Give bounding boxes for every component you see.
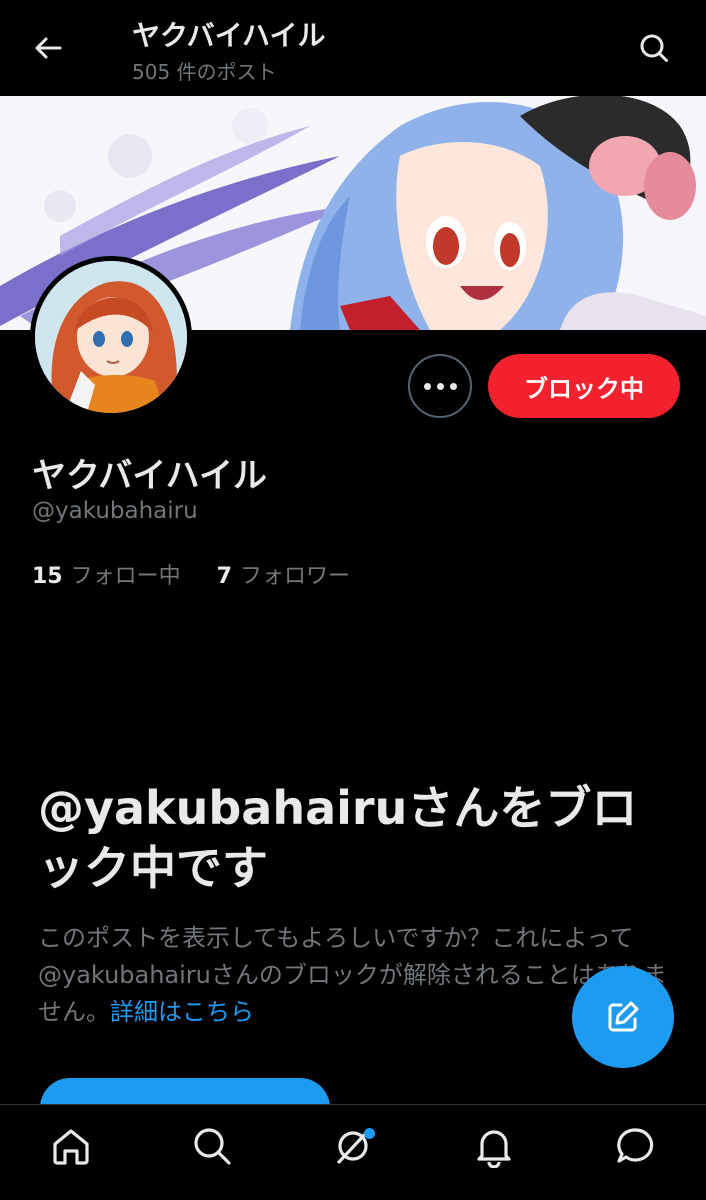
home-icon <box>52 1128 89 1165</box>
search-icon <box>640 34 668 62</box>
following-label: フォロー中 <box>70 564 181 589</box>
notification-dot <box>363 1127 375 1139</box>
nav-messages[interactable] <box>599 1110 671 1182</box>
arrow-left-icon <box>35 37 62 59</box>
post-count: 505 件のポスト <box>132 60 277 84</box>
messages-icon <box>617 1127 654 1163</box>
following-count: 15 <box>32 564 63 589</box>
follow-stats: 15 フォロー中 7 フォロワー <box>32 558 350 590</box>
compose-button[interactable] <box>572 966 674 1068</box>
profile-avatar[interactable] <box>30 256 192 418</box>
blocked-title: @yakubahairuさんをブロック中です <box>38 781 638 895</box>
nav-search[interactable] <box>176 1110 248 1182</box>
display-name: ヤクバイハイル <box>32 456 267 496</box>
more-dots-icon <box>423 382 431 390</box>
back-button[interactable] <box>22 22 74 74</box>
more-dots-icon-dot <box>436 382 444 390</box>
followers-label: フォロワー <box>239 564 350 589</box>
blocked-button[interactable]: ブロック中 <box>488 354 680 418</box>
nav-notifications[interactable] <box>458 1110 530 1182</box>
nav-grok[interactable] <box>317 1110 389 1182</box>
nav-home[interactable] <box>35 1110 107 1182</box>
followers-link[interactable]: 7 フォロワー <box>217 558 350 590</box>
more-options-button[interactable] <box>408 354 472 418</box>
compose-icon <box>608 1001 639 1032</box>
following-link[interactable]: 15 フォロー中 <box>32 558 181 590</box>
bottom-nav <box>0 1104 706 1200</box>
more-dots-icon-dot <box>449 382 457 390</box>
learn-more-link[interactable]: 詳細はこちら <box>110 998 254 1026</box>
notifications-bell-icon <box>477 1129 511 1168</box>
search-button[interactable] <box>628 22 680 74</box>
header-title: ヤクバイハイル <box>132 19 326 52</box>
profile-header: ヤクバイハイル 505 件のポスト <box>0 0 706 96</box>
followers-count: 7 <box>216 564 232 589</box>
user-handle: @yakubahairu <box>32 498 198 524</box>
search-icon <box>194 1127 231 1165</box>
